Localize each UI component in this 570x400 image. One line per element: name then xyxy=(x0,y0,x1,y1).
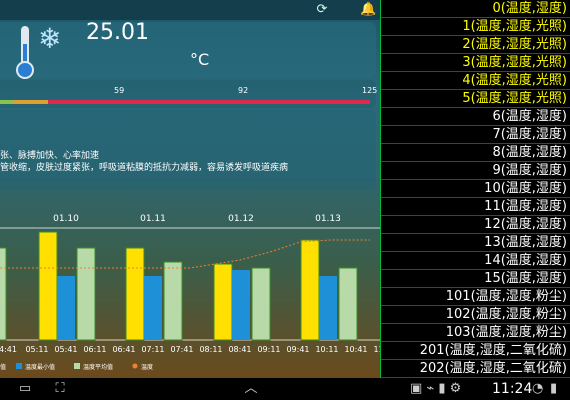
legend-swatch xyxy=(16,363,22,369)
wifi-icon: ◔ xyxy=(532,381,544,396)
x-tick-label: 07:41 xyxy=(170,345,193,354)
screenshot-icon[interactable]: ⛶ xyxy=(50,381,70,397)
device-list-item[interactable]: 6(温度,湿度) xyxy=(381,108,570,126)
home-icon[interactable]: ︿ xyxy=(236,381,266,397)
x-tick-label: 05:41 xyxy=(54,345,77,354)
comfort-scale-bar xyxy=(0,100,370,104)
temperature-unit: °C xyxy=(190,50,210,69)
device-list-item[interactable]: 3(温度,湿度,光照) xyxy=(381,54,570,72)
date-label: 01.10 xyxy=(53,214,79,224)
status-icons: ▣ ⌁ ▮ ⚙ xyxy=(410,381,462,396)
device-list-item[interactable]: 5(温度,湿度,光照) xyxy=(381,90,570,108)
legend-label: 温度平均值 xyxy=(83,363,113,371)
x-tick-label: 07:11 xyxy=(141,345,164,354)
device-list-item[interactable]: 10(温度,湿度) xyxy=(381,180,570,198)
bar-min xyxy=(57,276,75,340)
x-tick-label: 06:11 xyxy=(83,345,106,354)
battery-icon: ▮ xyxy=(550,381,558,396)
x-tick-label: 06:41 xyxy=(112,345,135,354)
x-tick-label: 09:11 xyxy=(257,345,280,354)
back-icon[interactable]: ▭ xyxy=(10,381,40,397)
device-list-item[interactable]: 102(温度,湿度,粉尘) xyxy=(381,306,570,324)
x-tick-label: 09:41 xyxy=(286,345,309,354)
bar-avg xyxy=(0,247,7,341)
bar-max xyxy=(125,247,145,341)
x-tick-label: 05:11 xyxy=(25,345,48,354)
device-list-item[interactable]: 101(温度,湿度,粉尘) xyxy=(381,288,570,306)
bar-min xyxy=(232,270,250,340)
legend-swatch xyxy=(74,363,80,369)
bar-min xyxy=(319,276,337,340)
device-list-item[interactable]: 202(温度,湿度,二氧化硫) xyxy=(381,360,570,378)
x-tick-label: 10:41 xyxy=(344,345,367,354)
bar-avg xyxy=(76,247,96,341)
device-list-item[interactable]: 7(温度,湿度) xyxy=(381,126,570,144)
device-list-item[interactable]: 8(温度,湿度) xyxy=(381,144,570,162)
bar-avg xyxy=(163,261,183,341)
temperature-value: 25.01 xyxy=(86,20,149,45)
x-tick-label: 08:11 xyxy=(199,345,222,354)
x-tick-label: 4:41 xyxy=(0,345,17,354)
bar-avg xyxy=(338,267,358,341)
legend-label: 温度 xyxy=(141,363,153,371)
bar-max xyxy=(38,231,58,341)
refresh-icon[interactable]: ⟳ xyxy=(314,2,330,18)
x-tick-label: 08:41 xyxy=(228,345,251,354)
date-label: 01.13 xyxy=(315,214,341,224)
legend-swatch xyxy=(132,363,138,369)
date-label: 01.12 xyxy=(228,214,254,224)
device-list-item[interactable]: 0(温度,湿度) xyxy=(381,0,570,18)
snowflake-icon: ❄ xyxy=(38,22,62,55)
thermometer-icon xyxy=(16,26,34,79)
legend-label: 值 xyxy=(0,363,6,371)
device-list-item[interactable]: 1(温度,湿度,光照) xyxy=(381,18,570,36)
device-list-item[interactable]: 201(温度,湿度,二氧化硫) xyxy=(381,342,570,360)
navigation-bar: ▭ ⛶ ︿ ▣ ⌁ ▮ ⚙ 11:24 ◔ ▮ xyxy=(0,378,570,400)
bar-max xyxy=(300,239,320,341)
bar-avg xyxy=(251,267,271,341)
device-list: 0(温度,湿度) 1(温度,湿度,光照) 2(温度,湿度,光照) 3(温度,湿度,光照… xyxy=(380,0,570,378)
date-label: 01.11 xyxy=(140,214,166,224)
device-list-item[interactable]: 4(温度,湿度,光照) xyxy=(381,72,570,90)
device-list-item[interactable]: 9(温度,湿度) xyxy=(381,162,570,180)
bell-icon[interactable]: 🔔 xyxy=(360,2,376,18)
bar-max xyxy=(213,263,233,341)
device-list-item[interactable]: 14(温度,湿度) xyxy=(381,252,570,270)
scale-tick-125: 125 xyxy=(362,86,378,95)
temperature-chart: 01.10 01.11 01.12 01.13 4:41 05:11 05:41 06:11… xyxy=(0,214,380,371)
top-bar: ⟳ 🔔 xyxy=(0,0,380,20)
advice-line-2: 管收缩，皮肤过度紧张，呼吸道粘膜的抵抗力减弱，容易诱发呼吸道疾病 xyxy=(0,163,289,173)
app-main-panel: ⟳ 🔔 ❄ 25.01 °C 59 92 125 张、脉搏加快、心率加速 管收缩… xyxy=(0,0,380,378)
x-tick-label: 10:11 xyxy=(315,345,338,354)
legend-label: 温度最小值 xyxy=(25,363,55,371)
device-list-item[interactable]: 103(温度,湿度,粉尘) xyxy=(381,324,570,342)
clock: 11:24 xyxy=(492,381,533,397)
scale-tick-59: 59 xyxy=(114,86,125,95)
device-list-item[interactable]: 12(温度,湿度) xyxy=(381,216,570,234)
device-list-item[interactable]: 15(温度,湿度) xyxy=(381,270,570,288)
device-list-item[interactable]: 13(温度,湿度) xyxy=(381,234,570,252)
bar-min xyxy=(144,276,162,340)
device-list-item[interactable]: 2(温度,湿度,光照) xyxy=(381,36,570,54)
device-list-item[interactable]: 11(温度,湿度) xyxy=(381,198,570,216)
scale-tick-92: 92 xyxy=(238,86,249,95)
